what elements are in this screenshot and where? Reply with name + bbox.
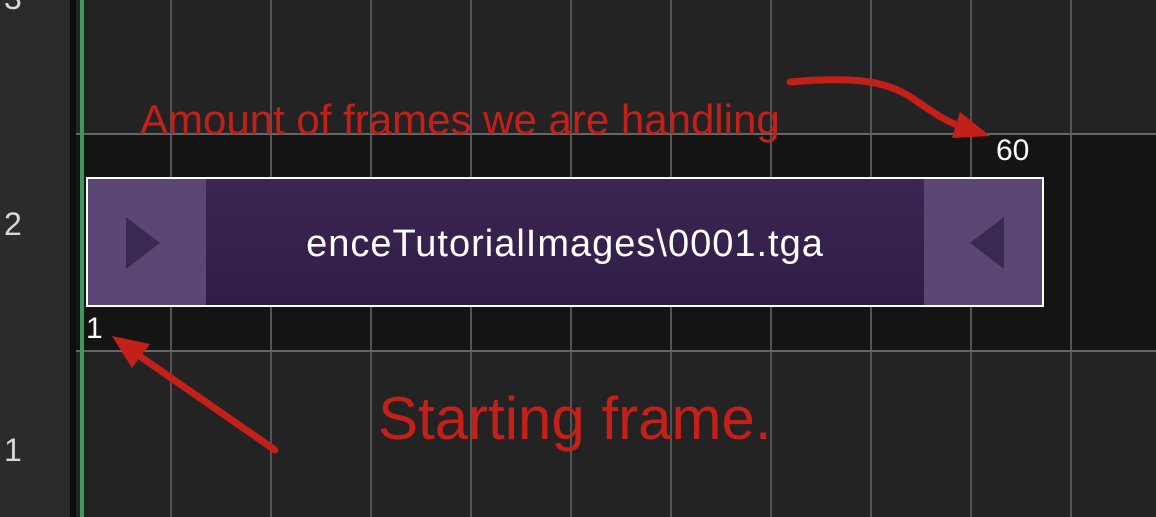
annotation-arrows xyxy=(112,76,990,454)
arrow-to-start-frame-icon xyxy=(112,336,279,454)
arrow-to-end-frame-icon xyxy=(786,76,990,138)
sequencer-view: 3 2 1 enceTutorialImages\0001.tga 60 1 A… xyxy=(0,0,1156,517)
